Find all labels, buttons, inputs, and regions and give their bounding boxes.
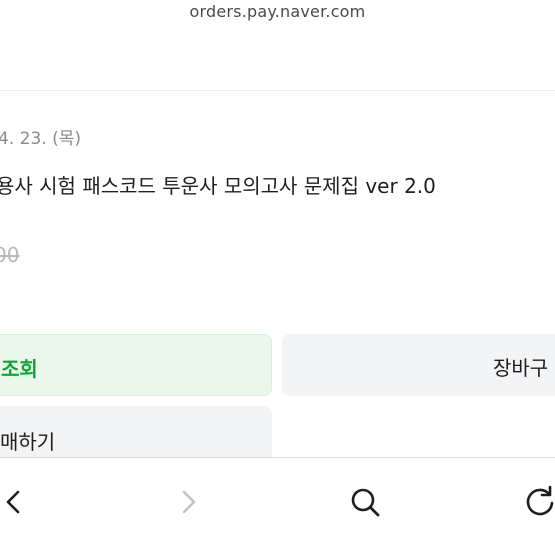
add-to-cart-label: 장바구 — [493, 356, 549, 380]
original-price: 00 — [0, 243, 20, 267]
address-bar[interactable]: orders.pay.naver.com — [0, 0, 555, 28]
browser-page: orders.pay.naver.com 4. 23. (목) 용사 시험 패스… — [0, 0, 555, 555]
add-to-cart-button[interactable]: 장바구 — [282, 334, 555, 396]
search-button[interactable] — [345, 482, 385, 522]
track-delivery-label: 조회 — [1, 357, 38, 381]
product-name[interactable]: 용사 시험 패스코드 투운사 모의고사 문제집 ver 2.0 — [0, 170, 436, 199]
url-text: orders.pay.naver.com — [189, 2, 366, 21]
order-date: 4. 23. (목) — [0, 129, 81, 149]
rebuy-label: 매하기 — [0, 430, 56, 454]
track-delivery-button[interactable]: 조회 — [0, 334, 272, 396]
reload-button[interactable] — [520, 482, 555, 522]
search-icon — [351, 488, 380, 517]
forward-button[interactable] — [168, 482, 208, 522]
chevron-left-icon — [6, 490, 20, 514]
back-button[interactable] — [0, 482, 34, 522]
browser-toolbar — [0, 457, 555, 555]
chevron-right-icon — [182, 490, 196, 514]
page-header-area — [0, 28, 555, 91]
reload-icon — [526, 485, 554, 516]
